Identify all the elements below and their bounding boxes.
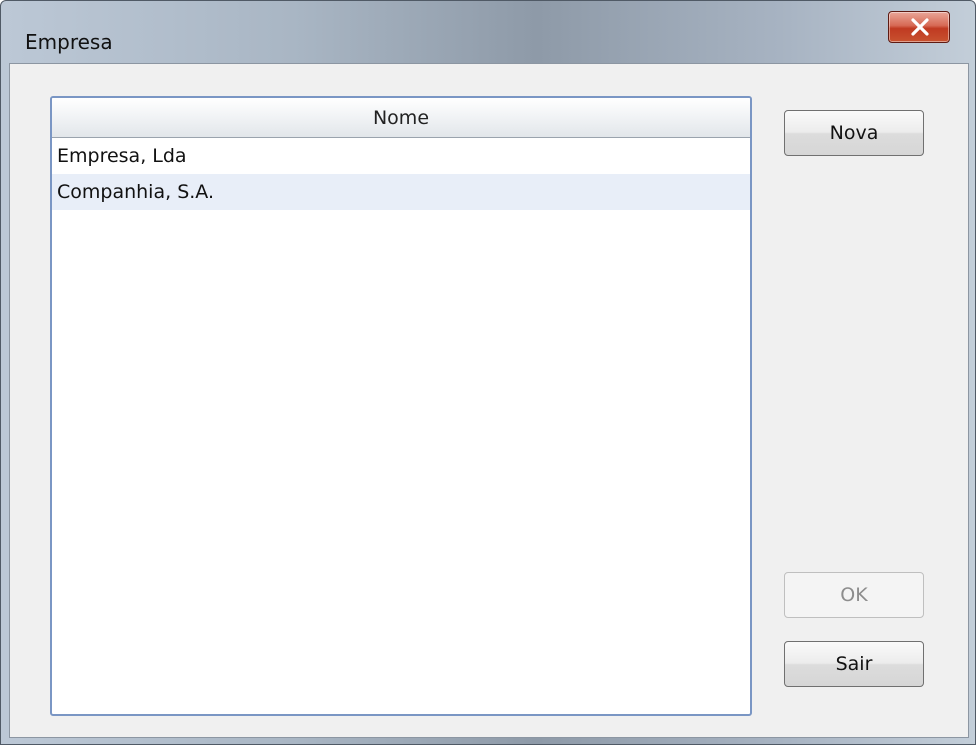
close-icon: [911, 18, 929, 36]
column-header-nome[interactable]: Nome: [52, 98, 750, 138]
title-bar[interactable]: Empresa: [1, 1, 975, 63]
nova-button[interactable]: Nova: [784, 110, 924, 156]
dialog-client-area: Nome Empresa, Lda Companhia, S.A. Nova O…: [9, 63, 969, 738]
sair-button[interactable]: Sair: [784, 641, 924, 687]
window-title: Empresa: [25, 30, 113, 54]
table-rows: Empresa, Lda Companhia, S.A.: [52, 138, 750, 210]
close-button[interactable]: [888, 11, 950, 43]
ok-button[interactable]: OK: [784, 572, 924, 618]
table-row[interactable]: Empresa, Lda: [52, 138, 750, 174]
table-row[interactable]: Companhia, S.A.: [52, 174, 750, 210]
company-table[interactable]: Nome Empresa, Lda Companhia, S.A.: [50, 96, 752, 716]
dialog-window: Empresa Nome Empresa, Lda Companhia, S.A…: [0, 0, 976, 745]
